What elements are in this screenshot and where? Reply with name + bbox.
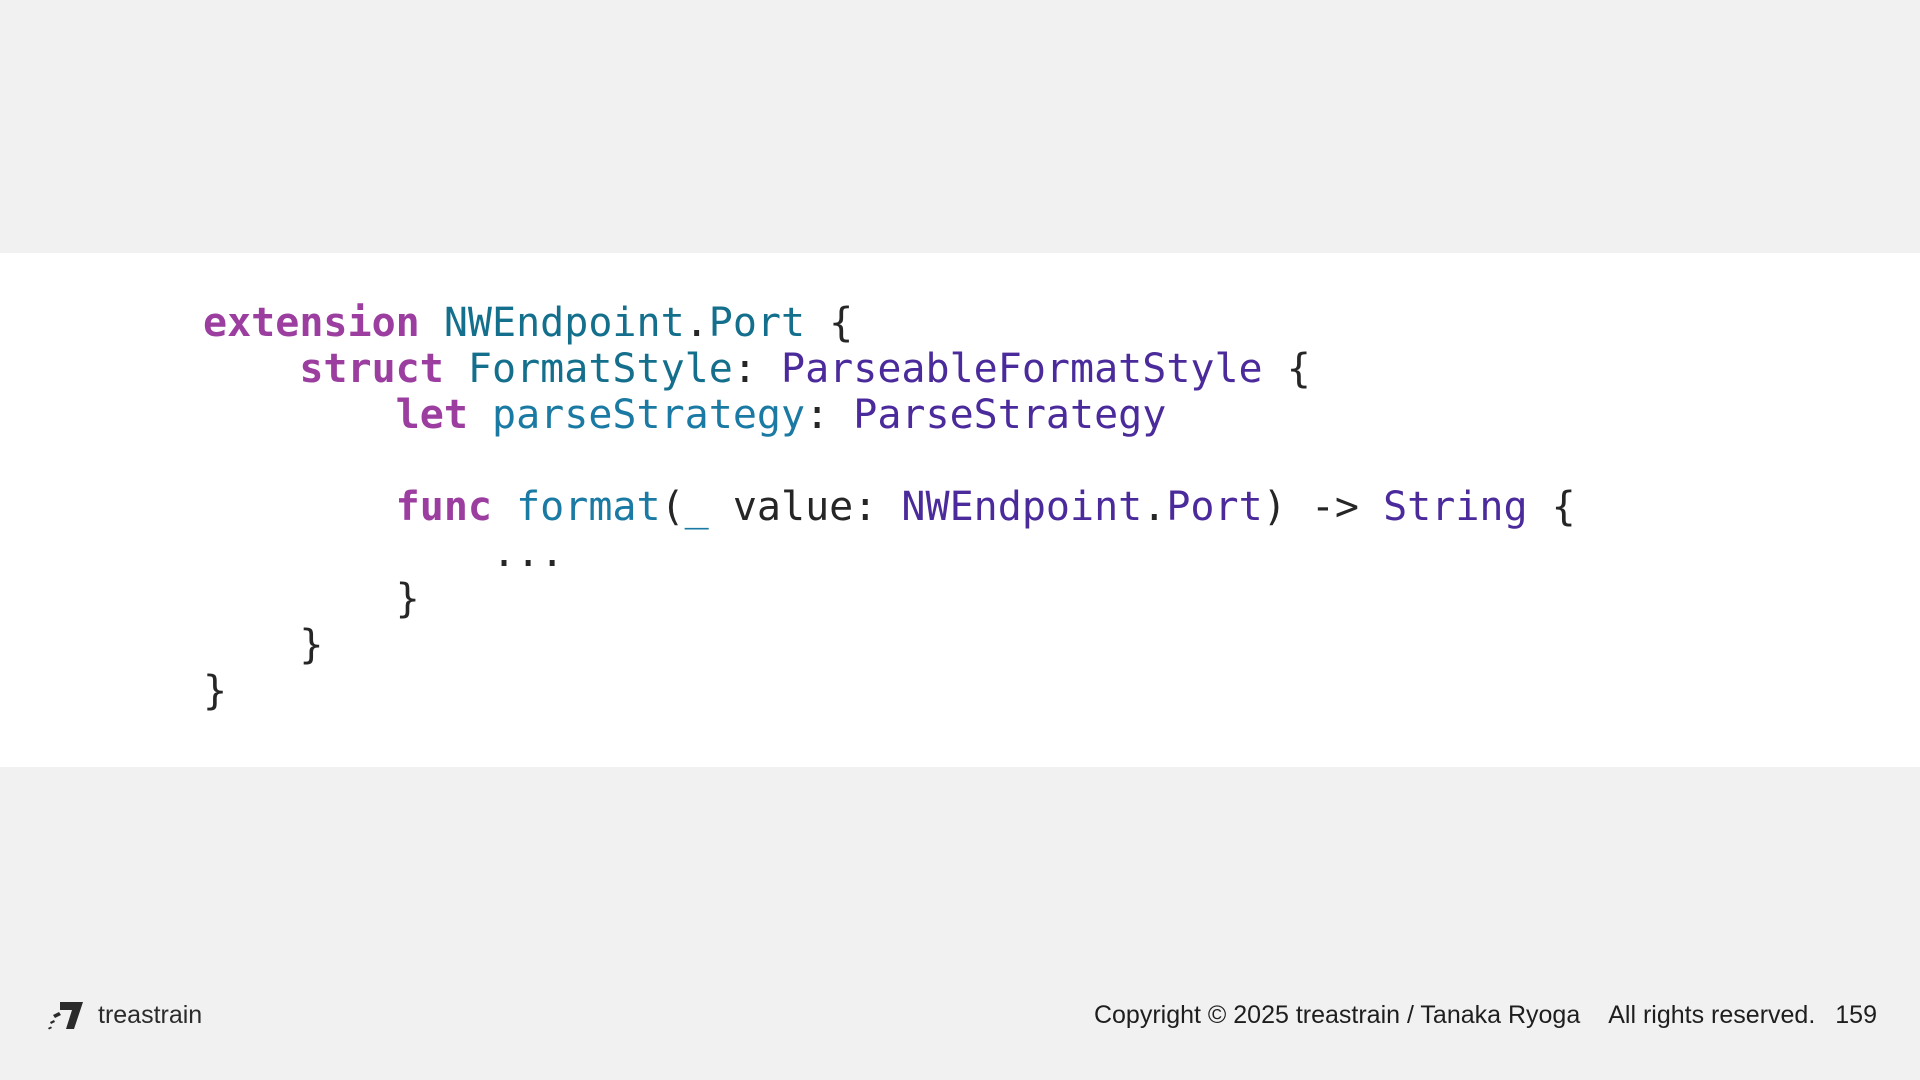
code-block: extension NWEndpoint.Port { struct Forma… <box>203 300 1576 714</box>
code-token: let <box>395 392 468 438</box>
code-token: func <box>395 484 492 530</box>
code-token: . <box>684 300 709 346</box>
footer-info: Copyright © 2025 treastrain / Tanaka Ryo… <box>1094 997 1877 1033</box>
treastrain-logo-icon <box>48 1002 83 1030</box>
code-line: } <box>203 622 1576 668</box>
code-token: { <box>1262 346 1311 392</box>
code-token: ... <box>203 530 565 576</box>
copyright-text: Copyright © 2025 treastrain / Tanaka Ryo… <box>1093 1000 1581 1029</box>
code-token: Port <box>708 300 806 346</box>
code-token: parseStrategy <box>492 392 806 438</box>
code-line: let parseStrategy: ParseStrategy <box>203 392 1576 438</box>
code-token: } <box>203 668 228 714</box>
code-token: ) -> <box>1262 484 1384 530</box>
code-line: ... <box>203 530 1576 576</box>
footer-logo: treastrain <box>46 997 202 1033</box>
rights-text: All rights reserved. <box>1608 1000 1816 1029</box>
code-token: Port <box>1166 484 1263 530</box>
code-line: struct FormatStyle: ParseableFormatStyle… <box>203 346 1576 392</box>
code-token: } <box>203 622 324 668</box>
code-token: String <box>1383 484 1528 530</box>
code-token: } <box>203 576 420 622</box>
code-token: NWEndpoint <box>901 484 1143 530</box>
code-token: ParseableFormatStyle <box>781 346 1263 392</box>
code-line: extension NWEndpoint.Port { <box>203 300 1576 346</box>
code-line: } <box>203 668 1576 714</box>
code-token: : <box>732 346 781 392</box>
page-number: 159 <box>1835 1000 1877 1029</box>
code-line: func format(_ value: NWEndpoint.Port) ->… <box>203 484 1576 530</box>
code-token: ParseStrategy <box>853 392 1167 438</box>
code-token: struct <box>299 346 444 392</box>
code-token: FormatStyle <box>467 346 733 392</box>
code-token: extension <box>203 300 420 346</box>
code-token: NWEndpoint <box>443 300 685 346</box>
code-line: } <box>203 576 1576 622</box>
code-panel: extension NWEndpoint.Port { struct Forma… <box>0 253 1920 767</box>
code-token: { <box>1527 484 1576 530</box>
code-token: _ <box>684 484 709 530</box>
code-token: value: <box>708 484 902 530</box>
code-token: : <box>805 392 854 438</box>
code-token: { <box>805 300 854 346</box>
code-token: . <box>1142 484 1167 530</box>
code-token: format <box>516 484 661 530</box>
logo-text: treastrain <box>98 1000 203 1029</box>
code-token: ( <box>660 484 685 530</box>
